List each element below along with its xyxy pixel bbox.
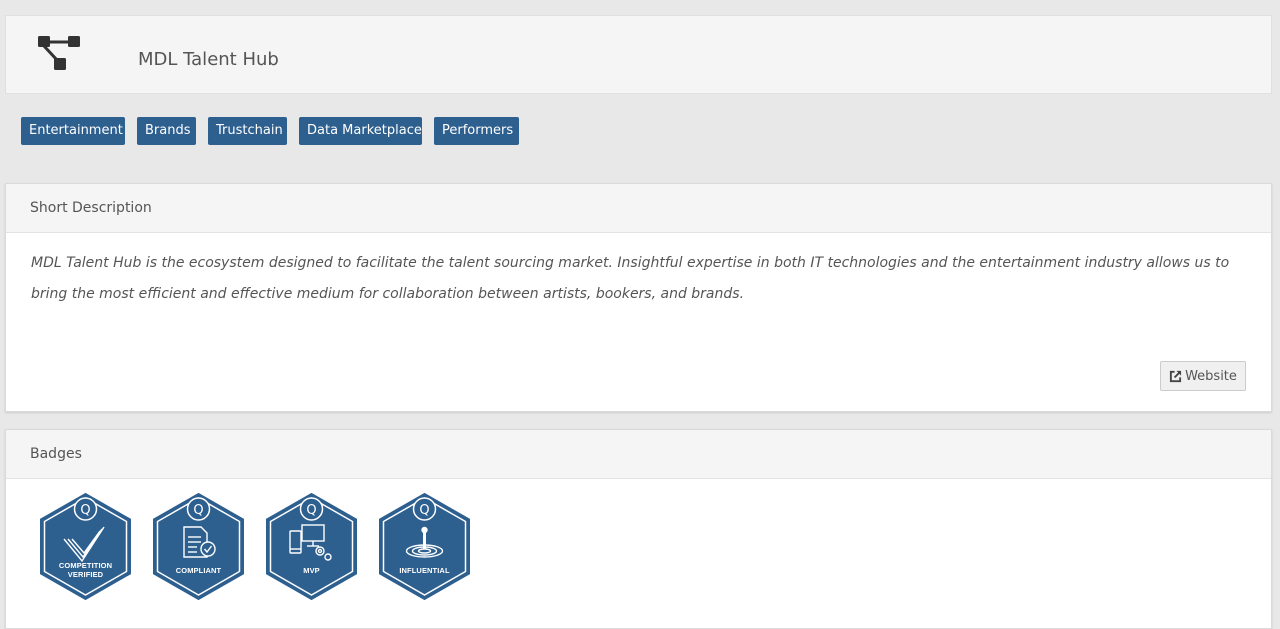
description-text: MDL Talent Hub is the ecosystem designed…: [31, 255, 1230, 302]
badge-label-line1: COMPLIANT: [175, 566, 222, 575]
tag-data-marketplace[interactable]: Data Marketplace: [299, 117, 422, 145]
network-nodes-icon: [38, 36, 80, 70]
tag-brands[interactable]: Brands: [137, 117, 196, 145]
badge-label-line1: COMPETITION: [58, 561, 113, 570]
description-heading: Short Description: [6, 184, 1271, 233]
tag-trustchain[interactable]: Trustchain: [208, 117, 287, 145]
badge-mvp[interactable]: Q MVP: [264, 491, 359, 602]
badge-label-line1: INFLUENTIAL: [399, 566, 450, 575]
tag-entertainment[interactable]: Entertainment: [21, 117, 125, 145]
svg-text:Q: Q: [419, 503, 429, 518]
tag-performers[interactable]: Performers: [434, 117, 519, 145]
svg-text:Q: Q: [80, 503, 90, 518]
app-header: MDL Talent Hub: [5, 15, 1272, 94]
badge-hexagon-icon: Q: [379, 492, 470, 601]
svg-text:Q: Q: [306, 503, 316, 518]
badge-hexagon-icon: Q: [153, 492, 244, 601]
app-title: MDL Talent Hub: [138, 49, 279, 70]
description-panel: Short Description MDL Talent Hub is the …: [5, 183, 1272, 412]
badge-influential[interactable]: Q INFLUENTIAL: [377, 491, 472, 602]
badge-compliant[interactable]: Q COMPLIANT: [151, 491, 246, 602]
external-link-icon: [1170, 370, 1182, 382]
badge-competition-verified[interactable]: Q COMPETITION VERIFIED: [38, 491, 133, 602]
badges-panel: Badges Q COMPETITION VERIFIED Q COMPLIAN…: [5, 429, 1272, 629]
website-button[interactable]: Website: [1160, 361, 1246, 391]
badge-hexagon-icon: Q: [40, 492, 131, 601]
website-button-label: Website: [1185, 368, 1237, 384]
badge-hexagon-icon: Q: [266, 492, 357, 601]
badge-label-line1: MVP: [303, 566, 320, 575]
badges-heading: Badges: [6, 430, 1271, 479]
badge-label-line2: VERIFIED: [67, 570, 104, 579]
svg-text:Q: Q: [193, 503, 203, 518]
